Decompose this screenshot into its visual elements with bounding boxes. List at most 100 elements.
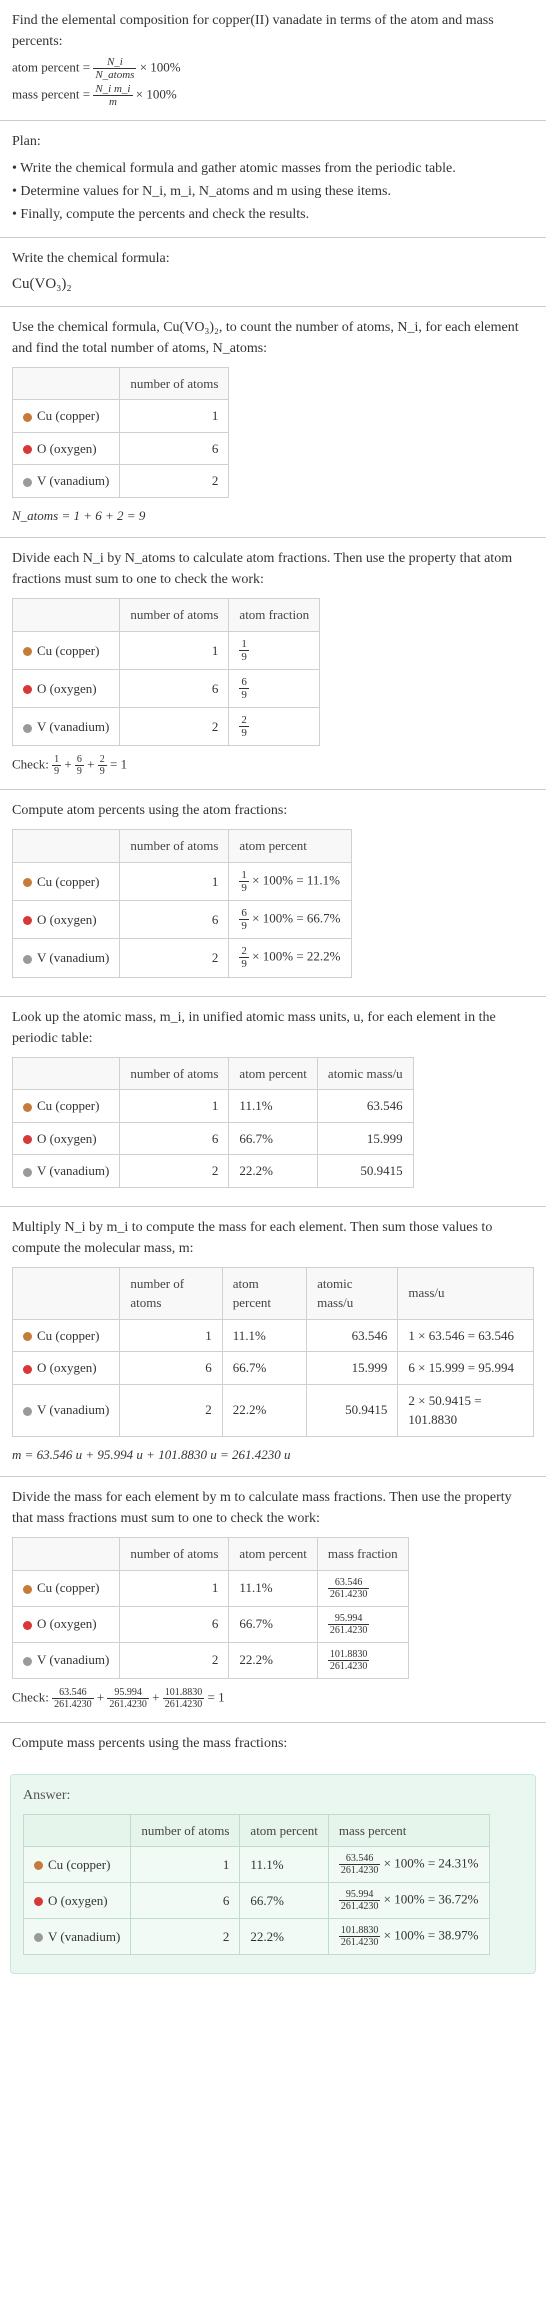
atom-fractions-table: number of atoms atom fraction Cu (copper… [12,598,320,746]
element-dot-icon [23,1657,32,1666]
atomic-mass-table: number of atoms atom percent atomic mass… [12,1057,414,1188]
table-row: V (vanadium) 2 22.2% 50.9415 2 × 50.9415… [13,1384,534,1436]
element-dot-icon [23,1621,32,1630]
num-atoms-cell: 1 [120,400,229,433]
count-atoms-text: Use the chemical formula, Cu(VO₃)₂, to c… [12,317,534,359]
atom-fractions-text: Divide each N_i by N_atoms to calculate … [12,548,534,590]
element-dot-icon [23,1332,32,1341]
mass-percent-formula: mass percent = N_i m_i m × 100% [12,83,534,108]
element-cell: Cu (copper) [13,400,120,433]
num-atoms-cell: 6 [120,432,229,465]
write-formula-section: Write the chemical formula: Cu(VO₃)₂ [0,237,546,306]
element-dot-icon [23,685,32,694]
fraction-cell: 101.8830261.4230 [317,1642,408,1678]
plan-title: Plan: [12,131,534,152]
mass-percents-intro: Compute mass percents using the mass fra… [12,1733,534,1754]
element-dot-icon [23,955,32,964]
element-dot-icon [23,413,32,422]
element-dot-icon [23,916,32,925]
mass-percent-cell: 95.994261.4230 × 100% = 36.72% [328,1883,489,1919]
element-dot-icon [23,647,32,656]
table-header-row: number of atoms [13,367,229,400]
table-row: V (vanadium) 2 29 [13,708,320,746]
header-num-atoms: number of atoms [120,367,229,400]
answer-box: Answer: number of atoms atom percent mas… [10,1774,536,1975]
table-row: V (vanadium) 2 22.2% 101.8830261.4230 [13,1642,409,1678]
element-cell: O (oxygen) [13,432,120,465]
atom-percent-label: atom percent = [12,60,93,75]
table-header-row: number of atoms atom fraction [13,599,320,632]
fraction-cell: 95.994261.4230 [317,1606,408,1642]
element-cell: V (vanadium) [13,708,120,746]
mass-fractions-section: Divide the mass for each element by m to… [0,1476,546,1722]
mass-percent-cell: 101.8830261.4230 × 100% = 38.97% [328,1919,489,1955]
element-dot-icon [23,1168,32,1177]
table-header-row: number of atoms atom percent [13,830,352,863]
fraction-cell: 19 [229,631,320,669]
plan-section: Plan: Write the chemical formula and gat… [0,120,546,237]
intro-section: Find the elemental composition for coppe… [0,0,546,120]
atom-percents-text: Compute atom percents using the atom fra… [12,800,534,821]
plan-list: Write the chemical formula and gather at… [12,158,534,225]
element-dot-icon [23,724,32,733]
multiply-text: Multiply N_i by m_i to compute the mass … [12,1217,534,1259]
table-row: V (vanadium) 2 22.2% 101.8830261.4230 × … [24,1919,490,1955]
atom-fraction-check: Check: 19 + 69 + 29 = 1 [12,754,534,777]
element-dot-icon [34,1897,43,1906]
table-header-row: number of atoms atom percent atomic mass… [13,1057,414,1090]
table-row: O (oxygen) 6 66.7% 95.994261.4230 [13,1606,409,1642]
table-row: O (oxygen) 6 66.7% 15.999 6 × 15.999 = 9… [13,1352,534,1385]
table-row: O (oxygen) 6 66.7% 15.999 [13,1122,414,1155]
plan-item: Finally, compute the percents and check … [12,204,534,225]
mass-fractions-table: number of atoms atom percent mass fracti… [12,1537,409,1679]
atomic-mass-section: Look up the atomic mass, m_i, in unified… [0,996,546,1206]
table-row: Cu (copper) 1 [13,400,229,433]
molecular-mass-sum: m = 63.546 u + 95.994 u + 101.8830 u = 2… [12,1445,534,1465]
element-cell: Cu (copper) [13,631,120,669]
header-num-atoms: number of atoms [120,599,229,632]
table-header-row: number of atoms atom percent mass percen… [24,1814,490,1847]
write-formula-title: Write the chemical formula: [12,248,534,269]
multiply-section: Multiply N_i by m_i to compute the mass … [0,1206,546,1477]
fraction-cell: 69 [229,670,320,708]
header-atom-percent: atom percent [229,830,351,863]
table-row: O (oxygen) 6 66.7% 95.994261.4230 × 100%… [24,1883,490,1919]
percent-cell: 29 × 100% = 22.2% [229,939,351,977]
fraction-icon: N_i N_atoms [93,56,136,81]
table-row: Cu (copper) 1 19 × 100% = 11.1% [13,862,352,900]
table-row: V (vanadium) 2 22.2% 50.9415 [13,1155,414,1188]
mass-percents-section: Compute mass percents using the mass fra… [0,1722,546,1764]
table-header-row: number of atoms atom percent atomic mass… [13,1267,534,1319]
element-cell: O (oxygen) [13,670,120,708]
atom-percents-table: number of atoms atom percent Cu (copper)… [12,829,352,977]
plan-item: Determine values for N_i, m_i, N_atoms a… [12,181,534,202]
mass-fraction-check: Check: 63.546261.4230 + 95.994261.4230 +… [12,1687,534,1710]
percent-cell: 19 × 100% = 11.1% [229,862,351,900]
header-blank [13,367,120,400]
fraction-cell: 29 [229,708,320,746]
table-row: V (vanadium) 2 29 × 100% = 22.2% [13,939,352,977]
table-row: O (oxygen) 6 [13,432,229,465]
atomic-mass-text: Look up the atomic mass, m_i, in unified… [12,1007,534,1049]
table-header-row: number of atoms atom percent mass fracti… [13,1538,409,1571]
mass-fractions-text: Divide the mass for each element by m to… [12,1487,534,1529]
percent-cell: 69 × 100% = 66.7% [229,901,351,939]
table-row: O (oxygen) 6 69 [13,670,320,708]
chemical-formula: Cu(VO₃)₂ [12,273,534,296]
num-atoms-cell: 2 [120,465,229,498]
element-cell: V (vanadium) [13,465,120,498]
table-row: Cu (copper) 1 11.1% 63.546261.4230 [13,1570,409,1606]
count-atoms-section: Use the chemical formula, Cu(VO₃)₂, to c… [0,306,546,538]
answer-table: number of atoms atom percent mass percen… [23,1814,490,1956]
plan-item: Write the chemical formula and gather at… [12,158,534,179]
table-row: Cu (copper) 1 11.1% 63.546261.4230 × 100… [24,1847,490,1883]
header-atom-fraction: atom fraction [229,599,320,632]
element-dot-icon [23,445,32,454]
atom-fractions-section: Divide each N_i by N_atoms to calculate … [0,537,546,789]
table-row: Cu (copper) 1 11.1% 63.546 [13,1090,414,1123]
table-row: V (vanadium) 2 [13,465,229,498]
atom-percents-section: Compute atom percents using the atom fra… [0,789,546,995]
atom-percent-formula: atom percent = N_i N_atoms × 100% [12,56,534,81]
answer-label: Answer: [23,1785,523,1806]
mass-percent-label: mass percent = [12,87,93,102]
